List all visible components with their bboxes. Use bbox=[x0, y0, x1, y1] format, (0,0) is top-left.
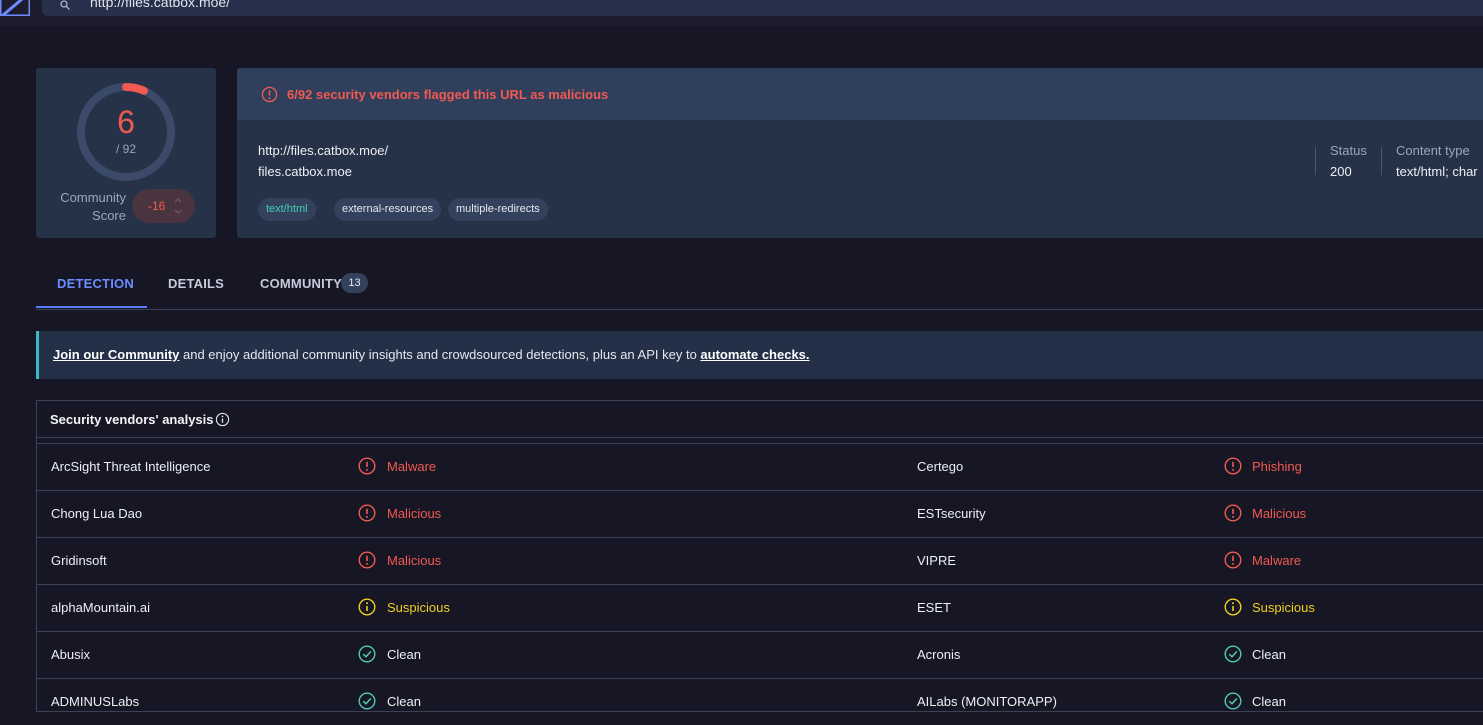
tag-text-html[interactable]: text/html bbox=[258, 198, 316, 221]
vendor-name: AILabs (MONITORAPP) bbox=[917, 694, 1057, 709]
vendor-name: Gridinsoft bbox=[51, 553, 107, 568]
check-circle-icon bbox=[1224, 692, 1242, 710]
alert-circle-icon bbox=[358, 551, 376, 569]
vendor-name: Certego bbox=[917, 459, 964, 474]
tab-details[interactable]: DETAILS bbox=[168, 276, 224, 291]
search-icon bbox=[60, 0, 70, 10]
top-bar: http://files.catbox.moe/ bbox=[0, 0, 1483, 26]
vendor-result: Malicious bbox=[1252, 506, 1307, 521]
info-icon[interactable] bbox=[215, 412, 230, 427]
alert-text: 6/92 security vendors flagged this URL a… bbox=[287, 87, 609, 102]
vendor-result: Suspicious bbox=[1252, 600, 1315, 615]
vendor-row: ArcSight Threat Intelligence Malware Certe… bbox=[37, 443, 1483, 490]
vendor-row: alphaMountain.ai Suspicious ESET Suspicious bbox=[37, 584, 1483, 631]
vendor-result: Clean bbox=[1252, 694, 1286, 709]
virustotal-logo-icon[interactable] bbox=[0, 0, 30, 16]
info-circle-icon bbox=[1224, 598, 1242, 616]
status-value: 200 bbox=[1330, 164, 1352, 179]
vendor-name: alphaMountain.ai bbox=[51, 600, 151, 615]
vendor-name: Chong Lua Dao bbox=[51, 506, 143, 521]
alert-circle-icon bbox=[1224, 457, 1242, 475]
alert-circle-icon bbox=[261, 86, 278, 103]
detection-score-card: 6 / 92 Community Score -16 bbox=[36, 68, 216, 238]
join-community-link[interactable]: Join our Community bbox=[53, 347, 179, 362]
vendor-table: ArcSight Threat Intelligence Malware Certe… bbox=[37, 443, 1483, 725]
community-score-pill[interactable]: -16 bbox=[132, 189, 195, 223]
vendor-result: Malicious bbox=[387, 506, 442, 521]
vendor-name: ESET bbox=[917, 600, 951, 615]
alert-circle-icon bbox=[358, 457, 376, 475]
search-input[interactable]: http://files.catbox.moe/ bbox=[90, 0, 230, 10]
vendors-analysis-panel: Security vendors' analysis ArcSight Thre… bbox=[36, 400, 1483, 712]
alert-circle-icon bbox=[1224, 551, 1242, 569]
alert-circle-icon bbox=[1224, 504, 1242, 522]
vote-arrows-icon[interactable] bbox=[173, 195, 183, 217]
vendor-row: Chong Lua Dao Malicious ESTsecurity Malicio… bbox=[37, 490, 1483, 537]
vendor-name: ESTsecurity bbox=[917, 506, 986, 521]
vendor-row: Gridinsoft Malicious VIPRE Malware bbox=[37, 537, 1483, 584]
url-hostname[interactable]: files.catbox.moe bbox=[258, 164, 352, 179]
vendor-name: ADMINUSLabs bbox=[51, 694, 140, 709]
vendors-analysis-header: Security vendors' analysis bbox=[37, 401, 1483, 438]
tab-community[interactable]: COMMUNITY bbox=[260, 276, 342, 291]
vendors-analysis-title: Security vendors' analysis bbox=[50, 412, 214, 427]
community-banner: Join our Community and enjoy additional … bbox=[36, 331, 1483, 379]
check-circle-icon bbox=[1224, 645, 1242, 663]
vendor-name: Acronis bbox=[917, 647, 961, 662]
meta-divider bbox=[1381, 147, 1382, 175]
vendor-name: Abusix bbox=[51, 647, 91, 662]
vendor-row: Abusix Clean Acronis Clean bbox=[37, 631, 1483, 678]
content-type-value: text/html; char bbox=[1396, 164, 1478, 179]
vendor-result: Malware bbox=[1252, 553, 1302, 568]
vendor-result: Phishing bbox=[1252, 459, 1302, 474]
meta-divider bbox=[1315, 147, 1316, 175]
vendor-result: Malware bbox=[387, 459, 437, 474]
vendor-name: ArcSight Threat Intelligence bbox=[51, 459, 211, 474]
vendor-result: Clean bbox=[387, 694, 421, 709]
vendor-result: Suspicious bbox=[387, 600, 450, 615]
active-tab-indicator bbox=[36, 306, 147, 308]
community-score-value: -16 bbox=[148, 199, 166, 213]
tab-detection[interactable]: DETECTION bbox=[57, 276, 134, 291]
malicious-alert-banner: 6/92 security vendors flagged this URL a… bbox=[237, 68, 1483, 120]
vendor-result: Malicious bbox=[387, 553, 442, 568]
vendor-row: ADMINUSLabs Clean AILabs (MONITORAPP) Clean bbox=[37, 678, 1483, 725]
tab-bar: DETECTION DETAILS COMMUNITY 13 bbox=[36, 264, 1483, 310]
url-summary-card: 6/92 security vendors flagged this URL a… bbox=[237, 68, 1483, 238]
detection-total: / 92 bbox=[115, 142, 136, 156]
vendor-name: VIPRE bbox=[917, 553, 957, 568]
check-circle-icon bbox=[358, 645, 376, 663]
status-label: Status bbox=[1330, 143, 1367, 158]
automate-checks-link[interactable]: automate checks. bbox=[700, 347, 809, 362]
info-circle-icon bbox=[358, 598, 376, 616]
community-count-badge: 13 bbox=[341, 273, 368, 293]
tag-multiple-redirects[interactable]: multiple-redirects bbox=[448, 198, 548, 221]
alert-circle-icon bbox=[358, 504, 376, 522]
check-circle-icon bbox=[358, 692, 376, 710]
detection-count: 6 bbox=[117, 104, 135, 140]
search-bar[interactable]: http://files.catbox.moe/ bbox=[42, 0, 1483, 16]
community-score-label: Community Score bbox=[60, 190, 126, 223]
vendor-result: Clean bbox=[387, 647, 421, 662]
banner-text: and enjoy additional community insights … bbox=[179, 347, 701, 362]
scanned-url[interactable]: http://files.catbox.moe/ bbox=[258, 143, 388, 158]
content-type-label: Content type bbox=[1396, 143, 1470, 158]
vendor-result: Clean bbox=[1252, 647, 1286, 662]
tag-external-resources[interactable]: external-resources bbox=[334, 198, 442, 221]
